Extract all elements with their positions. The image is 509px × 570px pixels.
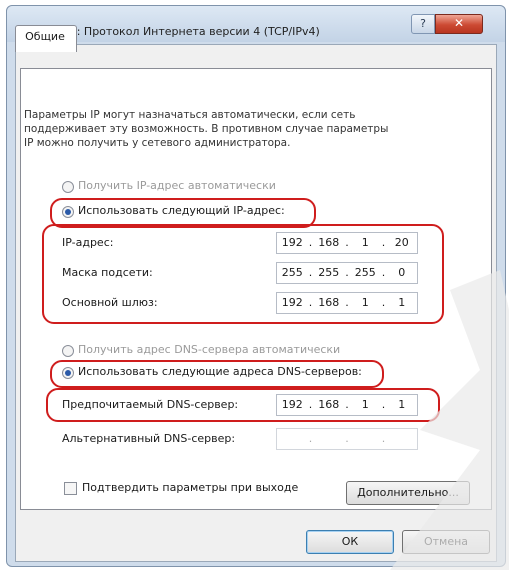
title-bar[interactable]: Свойства: Протокол Интернета версии 4 (T… [7,6,505,42]
octet [387,429,418,449]
ip-auto-radio[interactable] [62,181,74,193]
advanced-button[interactable]: Дополнительно... [346,481,470,505]
octet: 20 [394,236,409,249]
alternate-dns-label: Альтернативный DNS-сервер: [62,432,236,445]
octet: 1 [361,236,369,249]
cancel-button[interactable]: Отмена [402,530,490,554]
description-line: IP можно получить у сетевого администрат… [24,137,291,149]
tab-general-label: Общие [25,30,65,43]
dns-manual-label[interactable]: Использовать следующие адреса DNS-сервер… [78,365,362,378]
dns-manual-radio[interactable] [62,367,74,379]
octet: 1 [398,296,406,309]
ip-manual-label[interactable]: Использовать следующий IP-адрес: [78,204,285,217]
octet [277,429,308,449]
octet: 1 [361,398,369,411]
octet: 192 [281,296,303,309]
octet: 1 [361,296,369,309]
ok-button[interactable]: ОК [306,530,394,554]
ip-address-input[interactable]: 192. 168. 1. 20 [276,232,418,254]
octet: 192 [281,236,303,249]
validate-settings-label[interactable]: Подтвердить параметры при выходе [82,481,332,494]
octet: 255 [318,266,340,279]
ip-manual-radio[interactable] [62,206,74,218]
ip-address-label: IP-адрес: [62,236,114,249]
octet: 1 [398,398,406,411]
octet: 0 [398,266,406,279]
dns-auto-radio[interactable] [62,345,74,357]
octet [350,429,381,449]
octet: 192 [281,398,303,411]
octet: 255 [281,266,303,279]
dns-auto-label[interactable]: Получить адрес DNS-сервера автоматически [78,343,340,356]
octet [314,429,345,449]
octet: 255 [354,266,376,279]
help-button[interactable]: ? [411,14,435,34]
ip-auto-label[interactable]: Получить IP-адрес автоматически [78,179,276,192]
gateway-label: Основной шлюз: [62,296,158,309]
preferred-dns-label: Предпочитаемый DNS-сервер: [62,398,239,411]
alternate-dns-input[interactable]: . . . [276,428,418,450]
description-line: поддерживает эту возможность. В противно… [24,123,389,135]
close-button[interactable]: ✕ [435,14,483,34]
description-line: Параметры IP могут назначаться автоматич… [24,109,356,121]
gateway-input[interactable]: 192. 168. 1. 1 [276,292,418,314]
subnet-mask-label: Маска подсети: [62,266,153,279]
validate-settings-checkbox[interactable] [64,482,77,495]
subnet-mask-input[interactable]: 255. 255. 255. 0 [276,262,418,284]
octet: 168 [318,398,340,411]
description-text: Параметры IP могут назначаться автоматич… [24,108,464,150]
preferred-dns-input[interactable]: 192. 168. 1. 1 [276,394,418,416]
octet: 168 [318,236,340,249]
octet: 168 [318,296,340,309]
